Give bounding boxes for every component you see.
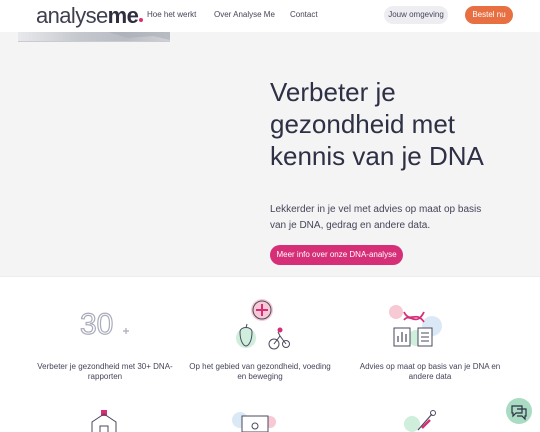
logo[interactable]: analyseme [36,3,144,28]
hero-image [18,32,170,42]
logo-text: analyse [36,3,108,28]
chat-button[interactable] [506,398,532,424]
feature-label-advice: Advies op maat op basis van je DNA en an… [359,362,501,381]
order-button[interactable]: Bestel nu [465,6,513,24]
test-tube-icon [404,408,440,432]
thirty-plus-icon: 30 [79,306,132,345]
dna-report-icon [386,302,442,355]
feature-label-health-areas: Op het gebied van gezondheid, voeding en… [189,362,331,381]
hero-section: Verbeter je gezondheid met kennis van je… [0,32,540,277]
thirty-plus-number: 30 [80,308,113,340]
device-icon [232,412,276,432]
nav-link-how-it-works[interactable]: Hoe het werkt [147,10,196,19]
chat-icon [511,405,527,421]
house-icon [90,410,120,432]
logo-text-bold: me [107,3,139,28]
logo-dot [139,18,144,22]
dna-analysis-info-button[interactable]: Meer info over onze DNA-analyse [270,245,403,265]
site-header: analyseme Hoe het werkt Over Analyse Me … [0,0,540,32]
account-button[interactable]: Jouw omgeving [384,6,448,24]
nav-link-about[interactable]: Over Analyse Me [214,10,275,19]
hero-description: Lekkerder in je vel met advies op maat o… [270,204,482,231]
nav-link-contact[interactable]: Contact [290,10,318,19]
health-nutrition-exercise-icon [234,298,290,357]
feature-label-reports: Verbeter je gezondheid met 30+ DNA-rappo… [37,362,173,381]
hero-title: Verbeter je gezondheid met kennis van je… [270,77,484,171]
